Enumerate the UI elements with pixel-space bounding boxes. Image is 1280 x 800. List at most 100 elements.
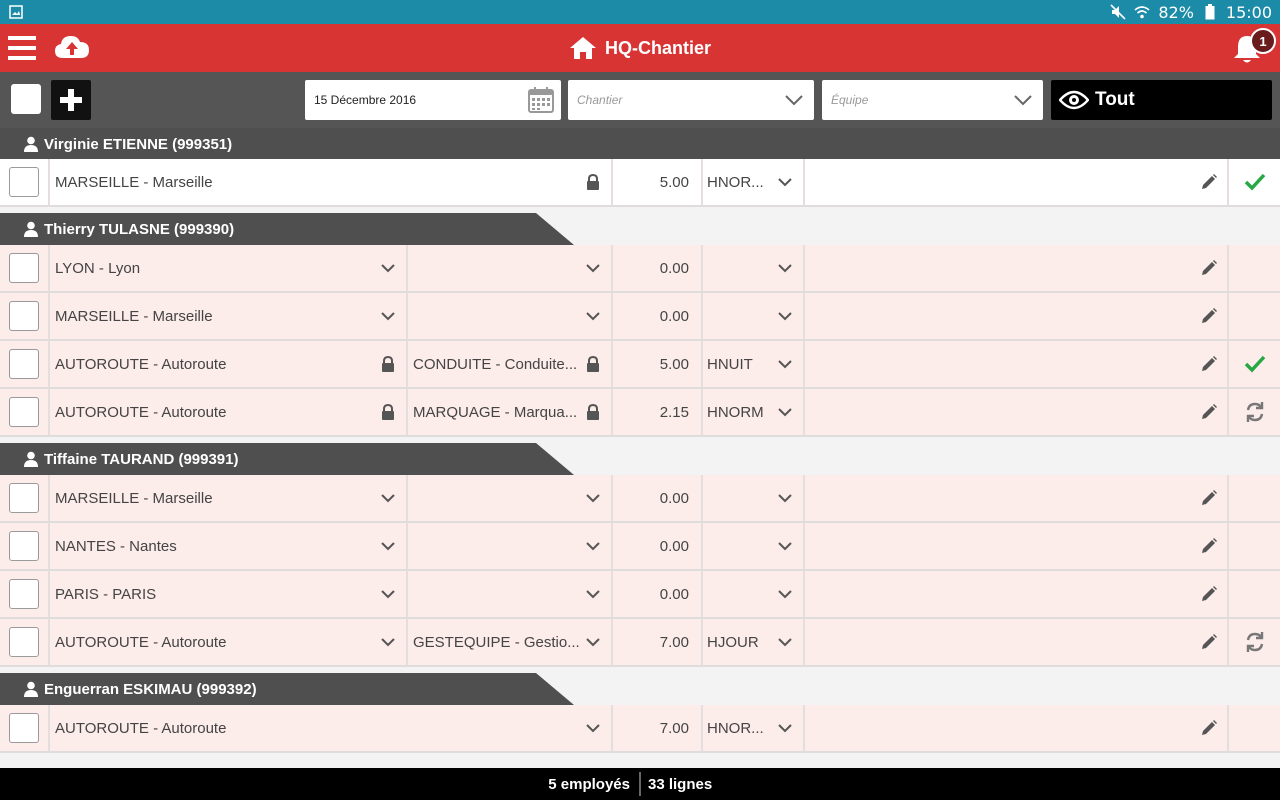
row-checkbox[interactable]: [9, 397, 39, 427]
row-checkbox[interactable]: [9, 531, 39, 561]
task-select[interactable]: [408, 245, 613, 291]
site-select[interactable]: MARSEILLE - Marseille: [50, 293, 408, 339]
edit-button[interactable]: [1199, 536, 1219, 556]
hour-type-select[interactable]: HNOR...: [703, 159, 805, 205]
summary-footer: 5 employés 33 lignes: [0, 768, 1280, 800]
hours-input[interactable]: 0.00: [613, 523, 703, 569]
hour-type-select[interactable]: HNOR...: [703, 705, 805, 751]
hours-input[interactable]: 0.00: [613, 571, 703, 617]
row-checkbox[interactable]: [9, 713, 39, 743]
hours-input[interactable]: 7.00: [613, 705, 703, 751]
site-label: MARSEILLE - Marseille: [55, 307, 213, 325]
chantier-select[interactable]: Chantier: [568, 80, 814, 120]
comment-field[interactable]: [805, 159, 1229, 205]
site-select[interactable]: AUTOROUTE - Autoroute: [50, 619, 408, 665]
row-checkbox[interactable]: [9, 627, 39, 657]
hour-type-select[interactable]: HNORM: [703, 389, 805, 435]
hour-type-label: HNUIT: [707, 355, 753, 373]
comment-field[interactable]: [805, 293, 1229, 339]
hours-input[interactable]: 0.00: [613, 245, 703, 291]
site-select[interactable]: AUTOROUTE - Autoroute: [50, 705, 613, 751]
hours-input[interactable]: 5.00: [613, 341, 703, 387]
chevron-down-icon: [775, 258, 795, 278]
edit-button[interactable]: [1199, 718, 1219, 738]
hour-type-select[interactable]: [703, 571, 805, 617]
site-label: AUTOROUTE - Autoroute: [55, 403, 227, 421]
task-select[interactable]: [408, 523, 613, 569]
app-title: HQ-Chantier: [604, 37, 711, 58]
row-checkbox[interactable]: [9, 349, 39, 379]
task-select[interactable]: [408, 571, 613, 617]
edit-button[interactable]: [1199, 258, 1219, 278]
sync-icon[interactable]: [1244, 401, 1266, 423]
hour-type-select[interactable]: [703, 245, 805, 291]
row-status-cell: [1229, 245, 1280, 291]
comment-field[interactable]: [805, 475, 1229, 521]
table-row: AUTOROUTE - Autoroute CONDUITE - Conduite…: [0, 341, 1280, 389]
chevron-down-icon: [583, 536, 603, 556]
select-all-checkbox[interactable]: [11, 84, 41, 114]
menu-button[interactable]: [8, 35, 36, 61]
table-row: AUTOROUTE - Autoroute GESTEQUIPE - Gestio…: [0, 619, 1280, 667]
hours-input[interactable]: 0.00: [613, 293, 703, 339]
row-checkbox[interactable]: [9, 301, 39, 331]
row-checkbox[interactable]: [9, 483, 39, 513]
view-filter-button[interactable]: Tout: [1051, 80, 1272, 120]
site-select[interactable]: LYON - Lyon: [50, 245, 408, 291]
row-status-cell: [1229, 619, 1280, 665]
site-label: AUTOROUTE - Autoroute: [55, 719, 227, 737]
task-select[interactable]: [408, 475, 613, 521]
hours-input[interactable]: 5.00: [613, 159, 703, 205]
edit-button[interactable]: [1199, 402, 1219, 422]
comment-field[interactable]: [805, 523, 1229, 569]
edit-button[interactable]: [1199, 584, 1219, 604]
row-checkbox-cell: [0, 571, 50, 617]
sync-icon[interactable]: [1244, 631, 1266, 653]
row-checkbox[interactable]: [9, 253, 39, 283]
chevron-down-icon: [378, 632, 398, 652]
date-picker[interactable]: 15 Décembre 2016: [305, 80, 561, 120]
row-checkbox[interactable]: [9, 579, 39, 609]
table-row: AUTOROUTE - Autoroute 7.00 HNOR...: [0, 705, 1280, 753]
comment-field[interactable]: [805, 389, 1229, 435]
row-checkbox[interactable]: [9, 167, 39, 197]
clock: 15:00: [1225, 2, 1272, 22]
edit-button[interactable]: [1199, 488, 1219, 508]
line-count: 33 lignes: [648, 776, 713, 793]
equipe-select[interactable]: Équipe: [822, 80, 1043, 120]
hour-type-select[interactable]: [703, 475, 805, 521]
user-icon: [24, 681, 38, 697]
hour-type-select[interactable]: HJOUR: [703, 619, 805, 665]
app-bar: HQ-Chantier 1: [0, 24, 1280, 72]
pencil-icon: [1200, 719, 1218, 737]
hour-type-select[interactable]: HNUIT: [703, 341, 805, 387]
edit-button[interactable]: [1199, 172, 1219, 192]
hours-input[interactable]: 7.00: [613, 619, 703, 665]
chevron-down-icon: [378, 258, 398, 278]
hours-value: 0.00: [659, 537, 689, 555]
site-select[interactable]: NANTES - Nantes: [50, 523, 408, 569]
edit-button[interactable]: [1199, 632, 1219, 652]
footer-divider: [639, 772, 641, 796]
chevron-down-icon: [583, 488, 603, 508]
edit-button[interactable]: [1199, 354, 1219, 374]
add-button[interactable]: [51, 80, 91, 120]
row-checkbox-cell: [0, 293, 50, 339]
hour-type-select[interactable]: [703, 293, 805, 339]
edit-button[interactable]: [1199, 306, 1219, 326]
comment-field[interactable]: [805, 705, 1229, 751]
chevron-down-icon: [1009, 86, 1037, 114]
upload-button[interactable]: [54, 32, 90, 64]
hours-input[interactable]: 0.00: [613, 475, 703, 521]
hour-type-select[interactable]: [703, 523, 805, 569]
chevron-down-icon: [775, 536, 795, 556]
comment-field[interactable]: [805, 341, 1229, 387]
comment-field[interactable]: [805, 619, 1229, 665]
task-select[interactable]: [408, 293, 613, 339]
hours-input[interactable]: 2.15: [613, 389, 703, 435]
comment-field[interactable]: [805, 245, 1229, 291]
site-select[interactable]: MARSEILLE - Marseille: [50, 475, 408, 521]
task-select[interactable]: GESTEQUIPE - Gestio...: [408, 619, 613, 665]
site-select[interactable]: PARIS - PARIS: [50, 571, 408, 617]
comment-field[interactable]: [805, 571, 1229, 617]
